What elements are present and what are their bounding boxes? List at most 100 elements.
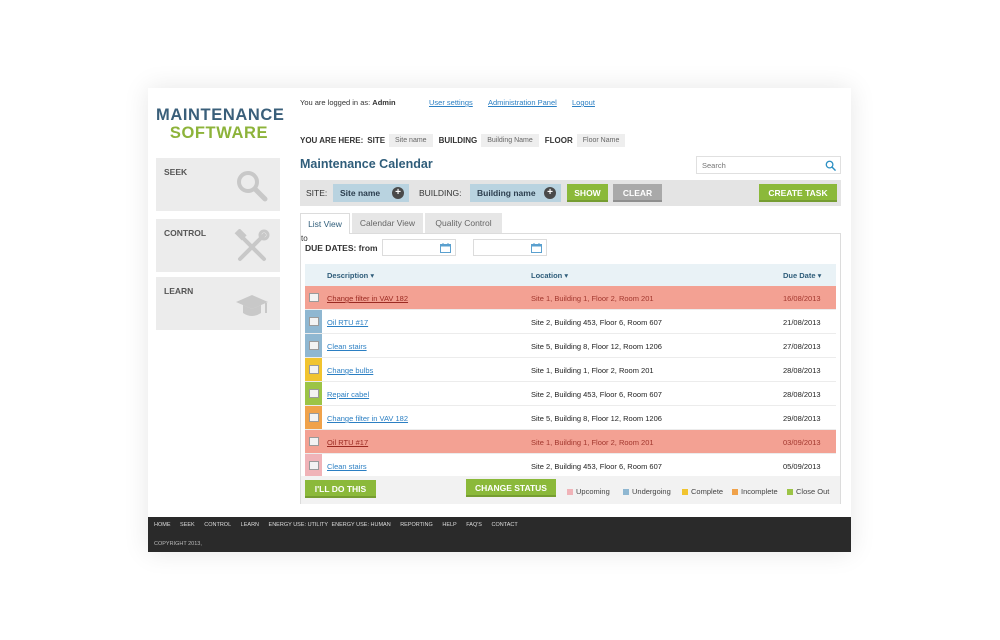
clear-button[interactable]: CLEAR <box>613 184 662 202</box>
task-due-date: 03/09/2013 <box>783 438 821 447</box>
date-from-input[interactable] <box>382 239 456 256</box>
table-row[interactable]: Oil RTU #17 Site 1, Building 1, Floor 2,… <box>305 430 836 454</box>
sidebar-item-seek[interactable]: SEEK <box>156 158 280 211</box>
task-due-date: 21/08/2013 <box>783 318 821 327</box>
task-description-link[interactable]: Repair cabel <box>327 390 369 399</box>
row-checkbox[interactable] <box>309 341 319 350</box>
logout-link[interactable]: Logout <box>572 98 595 107</box>
breadcrumb-site[interactable]: Site name <box>389 133 433 147</box>
table-row[interactable]: Change filter in VAV 182 Site 1, Buildin… <box>305 286 836 310</box>
task-description-link[interactable]: Change filter in VAV 182 <box>327 294 408 303</box>
sidebar-item-control[interactable]: CONTROL <box>156 219 280 272</box>
logo-line-1: MAINTENANCE <box>156 106 285 124</box>
legend-swatch <box>787 488 793 495</box>
legend-upcoming: Upcoming <box>567 487 610 496</box>
legend-swatch <box>732 488 738 495</box>
calendar-icon[interactable] <box>531 243 542 253</box>
task-description-link[interactable]: Clean stairs <box>327 462 367 471</box>
add-icon[interactable]: + <box>544 187 556 199</box>
tab-calendar-view[interactable]: Calendar View <box>352 213 423 233</box>
row-checkbox[interactable] <box>309 317 319 326</box>
show-button[interactable]: SHOW <box>567 184 608 202</box>
logo-line-2: SOFTWARE <box>169 124 269 142</box>
task-due-date: 16/08/2013 <box>783 294 821 303</box>
page-title: Maintenance Calendar <box>300 157 433 171</box>
footer-link-faqs[interactable]: FAQ'S <box>466 522 482 528</box>
due-dates-label: DUE DATES: from <box>305 243 378 253</box>
task-due-date: 05/09/2013 <box>783 462 821 471</box>
task-description-link[interactable]: Change bulbs <box>327 366 373 375</box>
search-box <box>696 156 841 174</box>
column-location[interactable]: Location ▾ <box>531 271 568 280</box>
task-description-link[interactable]: Change filter in VAV 182 <box>327 414 408 423</box>
site-select[interactable]: Site name + <box>333 184 409 202</box>
task-location: Site 5, Building 8, Floor 12, Room 1206 <box>531 414 662 423</box>
table-row[interactable]: Clean stairs Site 5, Building 8, Floor 1… <box>305 334 836 358</box>
building-label: BUILDING <box>438 135 478 145</box>
row-checkbox[interactable] <box>309 293 319 302</box>
site-label: SITE <box>367 135 386 145</box>
column-due-date[interactable]: Due Date ▾ <box>783 271 821 280</box>
table-row[interactable]: Change bulbs Site 1, Building 1, Floor 2… <box>305 358 836 382</box>
due-dates-filter: DUE DATES: from <box>305 240 382 256</box>
table-row[interactable]: Change filter in VAV 182 Site 5, Buildin… <box>305 406 836 430</box>
ill-do-this-button[interactable]: I'LL DO THIS <box>305 480 376 498</box>
footer-link-help[interactable]: HELP <box>442 522 456 528</box>
legend-incomplete: Incomplete <box>732 487 778 496</box>
search-icon[interactable] <box>825 160 836 171</box>
date-to-input[interactable] <box>473 239 547 256</box>
calendar-icon[interactable] <box>440 243 451 253</box>
task-location: Site 2, Building 453, Floor 6, Room 607 <box>531 462 662 471</box>
footer-link-reporting[interactable]: REPORTING <box>400 522 433 528</box>
legend-close-out: Close Out <box>787 487 829 496</box>
tab-list-view[interactable]: List View <box>300 213 350 234</box>
you-are-here-label: YOU ARE HERE: <box>300 135 364 145</box>
task-location: Site 5, Building 8, Floor 12, Room 1206 <box>531 342 662 351</box>
task-location: Site 2, Building 453, Floor 6, Room 607 <box>531 390 662 399</box>
table-row[interactable]: Repair cabel Site 2, Building 453, Floor… <box>305 382 836 406</box>
task-due-date: 29/08/2013 <box>783 414 821 423</box>
footer-link-control[interactable]: CONTROL <box>204 522 231 528</box>
table-actions: I'LL DO THIS CHANGE STATUS Upcoming Unde… <box>301 476 840 504</box>
administration-panel-link[interactable]: Administration Panel <box>488 98 557 107</box>
sidebar-item-learn[interactable]: LEARN <box>156 277 280 330</box>
change-status-button[interactable]: CHANGE STATUS <box>466 479 556 497</box>
legend-label: Complete <box>691 487 724 496</box>
row-checkbox[interactable] <box>309 437 319 446</box>
legend-label: Undergoing <box>632 487 671 496</box>
task-location: Site 2, Building 453, Floor 6, Room 607 <box>531 318 662 327</box>
row-checkbox[interactable] <box>309 365 319 374</box>
user-settings-link[interactable]: User settings <box>429 98 473 107</box>
row-checkbox[interactable] <box>309 389 319 398</box>
add-icon[interactable]: + <box>392 187 404 199</box>
task-description-link[interactable]: Oil RTU #17 <box>327 438 368 447</box>
task-description-link[interactable]: Clean stairs <box>327 342 367 351</box>
footer-link-home[interactable]: HOME <box>154 522 171 528</box>
breadcrumb-floor[interactable]: Floor Name <box>576 133 626 147</box>
building-select[interactable]: Building name + <box>470 184 561 202</box>
footer-link-seek[interactable]: SEEK <box>180 522 195 528</box>
task-location: Site 1, Building 1, Floor 2, Room 201 <box>531 294 654 303</box>
search-input[interactable] <box>697 157 817 173</box>
task-description-link[interactable]: Oil RTU #17 <box>327 318 368 327</box>
footer-link-energy-human[interactable]: ENERGY USE: HUMAN <box>331 522 390 528</box>
row-checkbox[interactable] <box>309 461 319 470</box>
breadcrumb-building[interactable]: Building Name <box>481 133 539 147</box>
footer-link-contact[interactable]: CONTACT <box>492 522 518 528</box>
table-row[interactable]: Oil RTU #17 Site 2, Building 453, Floor … <box>305 310 836 334</box>
legend-label: Upcoming <box>576 487 610 496</box>
table-header: Description ▾ Location ▾ Due Date ▾ <box>305 264 836 286</box>
tab-quality-control[interactable]: Quality Control <box>425 213 502 233</box>
footer-link-learn[interactable]: LEARN <box>241 522 259 528</box>
footer-link-energy-utility[interactable]: ENERGY USE: UTILITY <box>269 522 328 528</box>
legend-label: Incomplete <box>741 487 778 496</box>
row-checkbox[interactable] <box>309 413 319 422</box>
task-due-date: 28/08/2013 <box>783 390 821 399</box>
create-task-button[interactable]: CREATE TASK <box>759 184 837 202</box>
legend-swatch <box>567 488 573 495</box>
logo[interactable]: MAINTENANCE SOFTWARE <box>156 106 285 142</box>
column-description[interactable]: Description ▾ <box>327 271 374 280</box>
tools-icon <box>234 229 270 261</box>
table-row[interactable]: Clean stairs Site 2, Building 453, Floor… <box>305 454 836 478</box>
legend-complete: Complete <box>682 487 723 496</box>
